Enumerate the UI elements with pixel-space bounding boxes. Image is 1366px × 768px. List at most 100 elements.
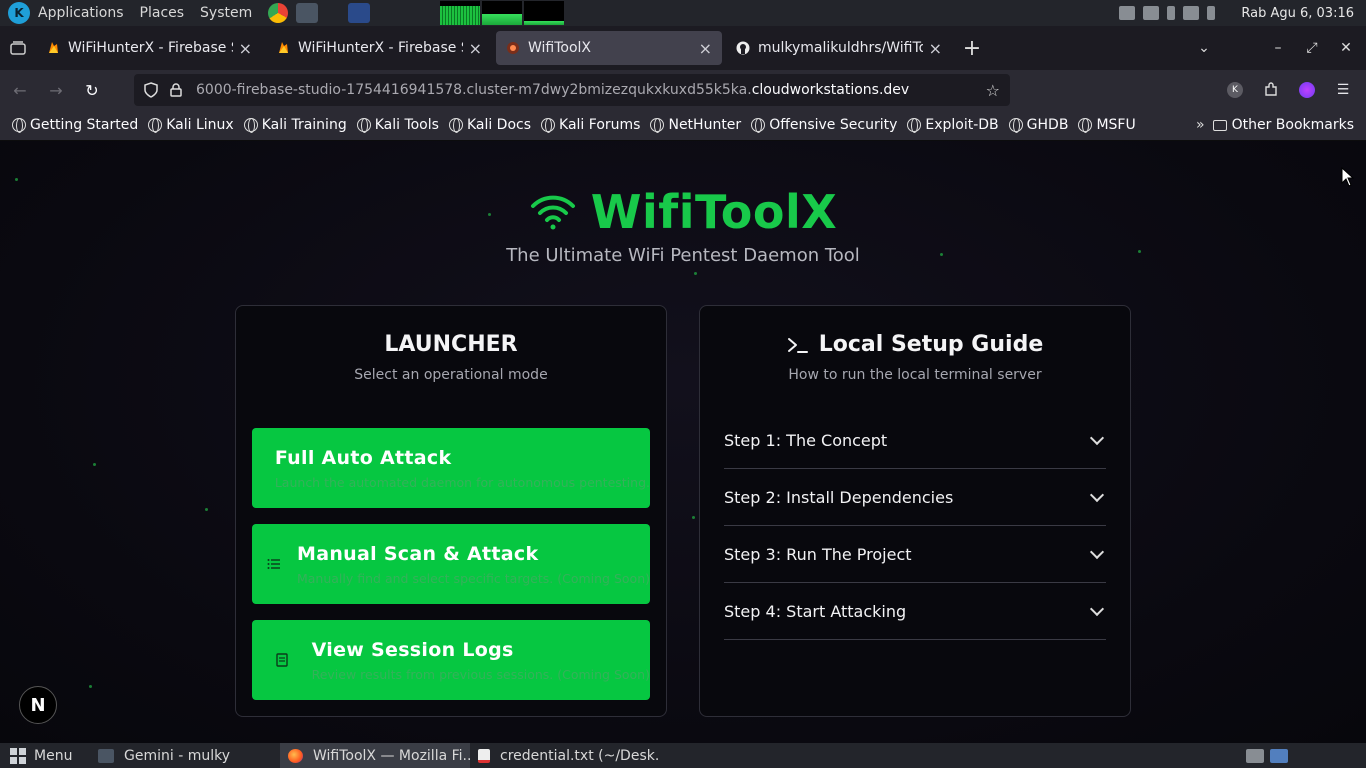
clock[interactable]: Rab Agu 6, 03:16 xyxy=(1241,6,1354,21)
extensions-icon[interactable] xyxy=(1260,79,1282,101)
bottom-taskbar: Menu Gemini - mulky WifiToolX — Mozilla … xyxy=(0,743,1366,768)
taskbar-item-terminal[interactable]: Gemini - mulky xyxy=(90,743,280,768)
github-icon xyxy=(736,41,750,55)
bookmark-kali-training[interactable]: Kali Training xyxy=(243,117,347,133)
extension-purple-icon[interactable] xyxy=(1296,79,1318,101)
close-tab-icon[interactable]: × xyxy=(929,39,942,58)
hamburger-menu-icon[interactable]: ☰ xyxy=(1332,79,1354,101)
reload-icon[interactable]: ↻ xyxy=(76,74,108,106)
particle-dot xyxy=(89,685,92,688)
screen-share-icon[interactable] xyxy=(1119,6,1136,20)
mode-title: Full Auto Attack xyxy=(274,446,452,469)
nextjs-dev-badge[interactable]: N xyxy=(19,686,57,724)
close-tab-icon[interactable]: × xyxy=(239,39,252,58)
firefox-icon xyxy=(288,748,303,763)
system-menu[interactable]: System xyxy=(200,5,252,21)
tab-overview-icon[interactable] xyxy=(4,34,32,62)
bookmark-label: Kali Tools xyxy=(374,117,439,133)
forward-icon[interactable]: → xyxy=(40,74,72,106)
particle-dot xyxy=(692,516,695,519)
bookmark-kali-forums[interactable]: Kali Forums xyxy=(541,117,640,133)
new-tab-button[interactable]: + xyxy=(958,34,986,62)
wifi-status-icon[interactable] xyxy=(1183,6,1200,20)
tab-github-wifitoolx[interactable]: mulkymalikuldhrs/WifiToo × xyxy=(726,31,952,65)
globe-icon xyxy=(356,118,371,133)
bookmark-kali-docs[interactable]: Kali Docs xyxy=(448,117,531,133)
bookmark-exploit-db[interactable]: Exploit-DB xyxy=(907,117,999,133)
close-window-icon[interactable]: ✕ xyxy=(1332,34,1360,62)
cpu-graph xyxy=(440,1,481,25)
tab-wifihunterx-1[interactable]: WiFiHunterX - Firebase St × xyxy=(36,31,262,65)
maximize-window-icon[interactable]: ⤢ xyxy=(1298,34,1326,62)
launcher-subtitle: Select an operational mode xyxy=(354,367,548,383)
bookmark-label: Kali Forums xyxy=(559,117,641,133)
folder-icon xyxy=(1212,119,1227,131)
step-1-accordion[interactable]: Step 1: The Concept xyxy=(724,412,1106,469)
firefox-tray-icon[interactable] xyxy=(1270,748,1288,763)
taskbar-menu-button[interactable]: Menu xyxy=(10,747,90,764)
list-all-tabs-icon[interactable]: ⌄ xyxy=(1190,34,1218,62)
battery-icon[interactable] xyxy=(1207,6,1216,20)
particle-dot xyxy=(694,272,697,275)
tab-title: WifiToolX xyxy=(528,40,592,56)
close-tab-icon[interactable]: × xyxy=(699,39,712,58)
mouse-cursor-icon xyxy=(1341,167,1355,187)
bookmark-offensive-security[interactable]: Offensive Security xyxy=(751,117,897,133)
app-launcher-icon[interactable] xyxy=(348,3,371,23)
terminal-launcher-icon[interactable] xyxy=(296,3,319,23)
bookmark-label: Kali Training xyxy=(261,117,347,133)
particle-dot xyxy=(205,508,208,511)
list-icon xyxy=(252,558,297,570)
step-3-accordion[interactable]: Step 3: Run The Project xyxy=(724,526,1106,583)
back-icon[interactable]: ← xyxy=(4,74,36,106)
workspace-switcher-icon[interactable] xyxy=(1246,748,1264,763)
text-file-icon xyxy=(478,748,490,763)
close-tab-icon[interactable]: × xyxy=(469,39,482,58)
taskbar-item-text-editor[interactable]: credential.txt (~/Desk... xyxy=(470,743,660,768)
bookmark-msfu[interactable]: MSFU xyxy=(1078,117,1136,133)
step-2-accordion[interactable]: Step 2: Install Dependencies xyxy=(724,469,1106,526)
globe-icon xyxy=(12,118,26,133)
volume-icon[interactable] xyxy=(1143,6,1160,20)
bluetooth-icon[interactable] xyxy=(1167,6,1176,20)
bookmark-getting-started[interactable]: Getting Started xyxy=(12,117,138,133)
tab-wifihunterx-2[interactable]: WiFiHunterX - Firebase St × xyxy=(266,31,492,65)
more-bookmarks-chevron-icon[interactable]: » xyxy=(1196,117,1205,133)
places-menu[interactable]: Places xyxy=(140,5,185,21)
shield-icon[interactable] xyxy=(144,82,160,98)
chrome-launcher-icon[interactable] xyxy=(268,3,289,23)
full-auto-attack-button[interactable]: Full Auto Attack Launch the automated da… xyxy=(252,428,650,508)
memory-graph xyxy=(482,1,523,25)
tab-wifitoolx[interactable]: WifiToolX × xyxy=(496,31,722,65)
applications-menu[interactable]: Applications xyxy=(38,5,124,21)
globe-icon xyxy=(243,118,258,133)
taskbar-item-firefox[interactable]: WifiToolX — Mozilla Fi... xyxy=(280,743,470,768)
minimize-window-icon[interactable]: – xyxy=(1264,34,1292,62)
browser-tab-bar: WiFiHunterX - Firebase St × WiFiHunterX … xyxy=(0,26,1366,70)
network-graph xyxy=(524,1,565,25)
lock-icon[interactable] xyxy=(170,82,186,98)
bookmarks-toolbar: Getting Started Kali Linux Kali Training… xyxy=(0,110,1366,141)
terminal-icon xyxy=(98,748,114,763)
bookmark-ghdb[interactable]: GHDB xyxy=(1008,117,1068,133)
manual-scan-attack-button[interactable]: Manual Scan & Attack Manually find and s… xyxy=(252,524,650,604)
guide-subtitle: How to run the local terminal server xyxy=(788,367,1042,383)
url-host: cloudworkstations.dev xyxy=(751,82,910,98)
address-bar[interactable]: 6000-firebase-studio-1754416941578.clust… xyxy=(134,74,1010,106)
chevron-down-icon xyxy=(1089,430,1105,446)
bookmark-kali-tools[interactable]: Kali Tools xyxy=(356,117,439,133)
url-text[interactable]: 6000-firebase-studio-1754416941578.clust… xyxy=(196,82,986,98)
mode-description: Launch the automated daemon for autonomo… xyxy=(274,474,650,490)
chevron-down-icon xyxy=(1089,487,1105,503)
profile-k-icon[interactable]: K xyxy=(1224,79,1246,101)
kali-logo-icon[interactable]: K xyxy=(8,2,30,24)
step-4-accordion[interactable]: Step 4: Start Attacking xyxy=(724,583,1106,640)
bookmark-kali-linux[interactable]: Kali Linux xyxy=(148,117,234,133)
tab-title: WiFiHunterX - Firebase St xyxy=(68,40,233,56)
bookmark-nethunter[interactable]: NetHunter xyxy=(650,117,741,133)
terminal-prompt-icon xyxy=(787,337,808,353)
chevron-down-icon xyxy=(1089,544,1105,560)
bookmark-star-icon[interactable]: ☆ xyxy=(986,81,1000,100)
view-session-logs-button[interactable]: View Session Logs Review results from pr… xyxy=(252,620,650,700)
other-bookmarks-folder[interactable]: Other Bookmarks xyxy=(1212,117,1354,133)
